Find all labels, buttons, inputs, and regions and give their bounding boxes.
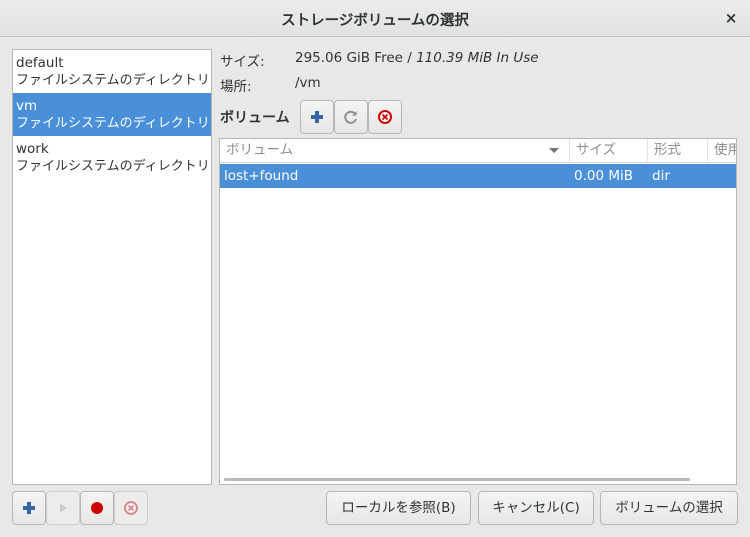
pool-name: work bbox=[16, 141, 49, 157]
location-label: 場所: bbox=[220, 79, 252, 95]
title-bar: ストレージボリュームの選択 × bbox=[0, 0, 750, 37]
cancel-button[interactable]: キャンセル(C) bbox=[478, 491, 594, 525]
refresh-volumes-button[interactable] bbox=[334, 100, 368, 134]
refresh-icon bbox=[344, 110, 357, 124]
volume-size: 0.00 MiB bbox=[574, 168, 634, 184]
pool-name: vm bbox=[16, 98, 38, 114]
table-row[interactable]: lost+found 0.00 MiB dir bbox=[220, 164, 736, 188]
column-header-used[interactable]: 使用 bbox=[708, 139, 736, 163]
start-pool-button[interactable] bbox=[46, 491, 80, 525]
choose-volume-button[interactable]: ボリュームの選択 bbox=[600, 491, 738, 525]
delete-volume-button[interactable] bbox=[368, 100, 402, 134]
column-header-format[interactable]: 形式 bbox=[648, 139, 708, 163]
column-header-size[interactable]: サイズ bbox=[570, 139, 648, 163]
plus-icon bbox=[311, 111, 323, 123]
volumes-heading: ボリューム bbox=[220, 110, 290, 126]
delete-icon bbox=[124, 501, 138, 515]
sort-arrow-icon bbox=[549, 148, 559, 153]
table-header: ボリューム サイズ 形式 使用 bbox=[220, 139, 736, 163]
add-volume-button[interactable] bbox=[300, 100, 334, 134]
volume-table[interactable]: ボリューム サイズ 形式 使用 lost+found 0.00 MiB dir bbox=[219, 138, 737, 485]
plus-icon bbox=[23, 502, 35, 514]
window-title: ストレージボリュームの選択 bbox=[281, 13, 469, 29]
column-label: ボリューム bbox=[226, 142, 294, 158]
volume-name: lost+found bbox=[224, 168, 299, 184]
pool-item-default[interactable]: default ファイルシステムのディレクトリー bbox=[13, 50, 211, 93]
pool-item-vm[interactable]: vm ファイルシステムのディレクトリー bbox=[13, 93, 211, 136]
delete-icon bbox=[378, 110, 392, 124]
close-icon[interactable]: × bbox=[722, 9, 740, 27]
delete-pool-button[interactable] bbox=[114, 491, 148, 525]
size-free: 295.06 GiB Free / bbox=[295, 50, 417, 66]
horizontal-scrollbar[interactable] bbox=[224, 478, 690, 481]
add-pool-button[interactable] bbox=[12, 491, 46, 525]
stop-icon bbox=[91, 502, 103, 514]
pool-item-work[interactable]: work ファイルシステムのディレクトリー bbox=[13, 136, 211, 179]
pool-type: ファイルシステムのディレクトリー bbox=[16, 73, 211, 88]
stop-pool-button[interactable] bbox=[80, 491, 114, 525]
size-value: 295.06 GiB Free / 110.39 MiB In Use bbox=[295, 50, 539, 66]
column-header-volume[interactable]: ボリューム bbox=[220, 139, 570, 163]
storage-pool-list[interactable]: default ファイルシステムのディレクトリー vm ファイルシステムのディレ… bbox=[12, 49, 212, 485]
location-value: /vm bbox=[295, 75, 321, 91]
play-icon bbox=[60, 503, 67, 513]
pool-type: ファイルシステムのディレクトリー bbox=[16, 116, 211, 131]
pool-name: default bbox=[16, 55, 64, 71]
size-in-use: 110.39 MiB In Use bbox=[416, 50, 539, 66]
size-label: サイズ: bbox=[220, 54, 265, 70]
volume-format: dir bbox=[652, 168, 670, 184]
pool-type: ファイルシステムのディレクトリー bbox=[16, 159, 211, 174]
browse-local-button[interactable]: ローカルを参照(B) bbox=[326, 491, 471, 525]
